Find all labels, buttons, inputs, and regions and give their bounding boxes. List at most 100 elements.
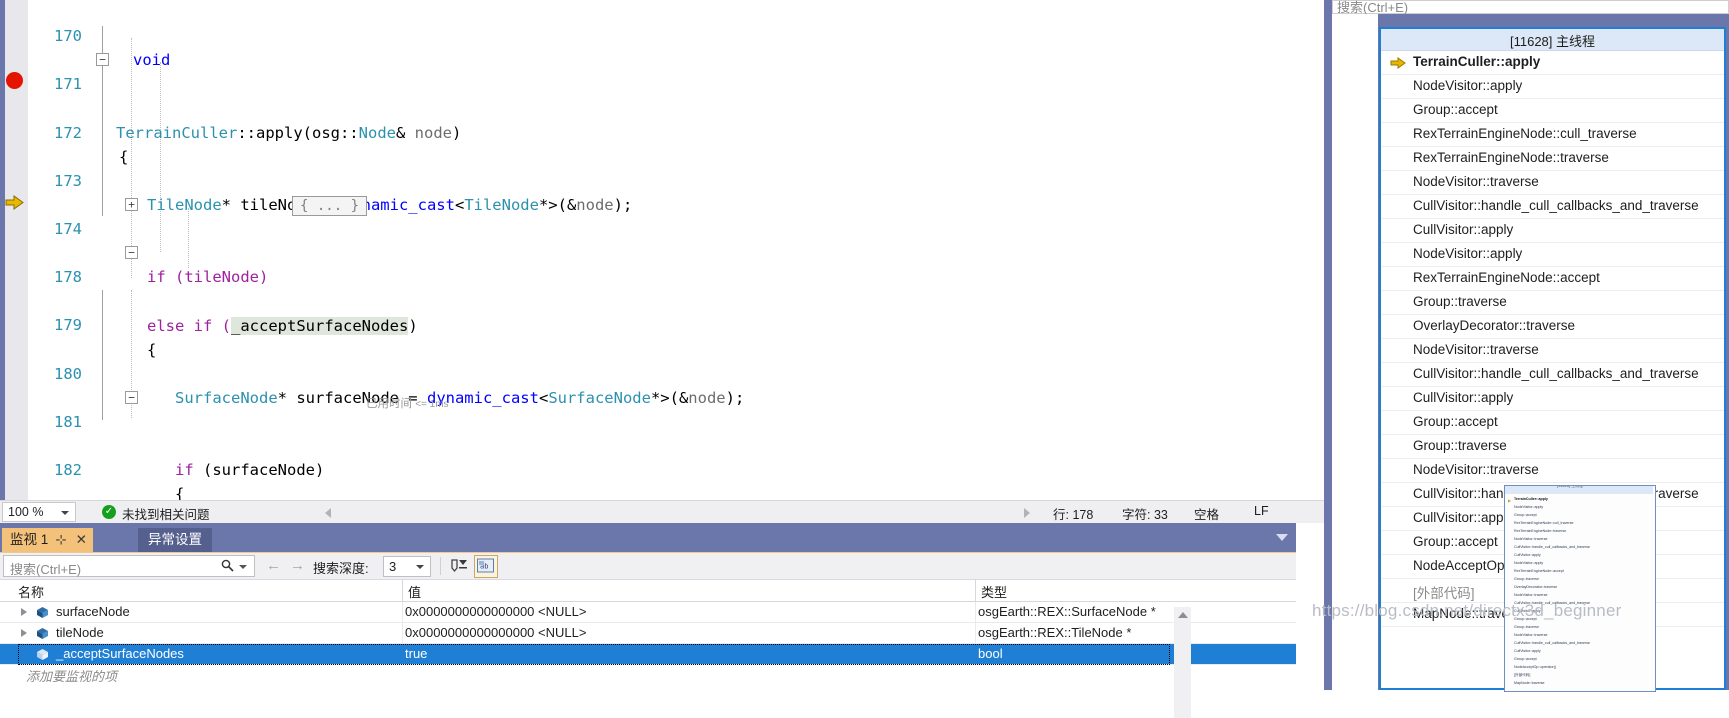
line-number: 181	[54, 412, 82, 431]
status-message: 未找到相关问题	[122, 508, 210, 522]
call-stack-frame[interactable]: Group::traverse	[1381, 291, 1724, 315]
call-stack-frame-label: [外部代码]	[1413, 586, 1475, 601]
perf-tip-value: <= 1ms	[415, 398, 449, 410]
column-header-type[interactable]: 类型	[981, 582, 1007, 601]
outline-collapse-icon[interactable]: −	[125, 245, 138, 259]
nav-back-arrow-icon[interactable]: ←	[266, 557, 281, 574]
column-divider[interactable]	[402, 580, 403, 602]
call-stack-frame-current[interactable]: TerrainCuller::apply	[1381, 51, 1724, 75]
table-row[interactable]: surfaceNode 0x0000000000000000 <NULL> os…	[0, 602, 1296, 623]
nav-forward-arrow-icon[interactable]: →	[290, 557, 305, 574]
right-search-input[interactable]: 搜索(Ctrl+E)	[1332, 0, 1729, 15]
thumbnail-frame: NodeVisitor::apply	[1514, 505, 1544, 509]
code-text-area[interactable]: 170 void 171 − TerrainCuller::apply(osg:…	[28, 0, 1296, 500]
watch-value[interactable]: 0x0000000000000000 <NULL>	[405, 625, 586, 640]
column-divider[interactable]	[975, 580, 976, 602]
watermark-text: https://blog.csdn.net/directx3d_beginner	[1312, 601, 1622, 620]
expand-chevron-icon[interactable]	[21, 608, 27, 616]
close-icon[interactable]: ✕	[76, 532, 87, 547]
call-stack-frame[interactable]: RexTerrainEngineNode::cull_traverse	[1381, 123, 1724, 147]
collapsed-block-placeholder[interactable]: { ... }	[292, 195, 368, 216]
watch-name: _acceptSurfaceNodes	[56, 646, 184, 661]
thumbnail-frame: [外部代码]	[1514, 673, 1531, 677]
call-stack-frame[interactable]: NodeVisitor::traverse	[1381, 171, 1724, 195]
outline-collapse-icon[interactable]: −	[96, 53, 109, 67]
pin-filter-button[interactable]	[448, 556, 470, 577]
chevron-down-icon[interactable]	[239, 565, 247, 569]
watch-value[interactable]: true	[405, 646, 427, 661]
call-stack-thread-header: [11628] 主线程	[1381, 29, 1724, 51]
call-stack-frame[interactable]: OverlayDecorator::traverse	[1381, 315, 1724, 339]
code-line[interactable]: 178 − else if (_acceptSurfaceNodes)	[28, 241, 1296, 335]
column-header-value[interactable]: 值	[408, 582, 421, 601]
call-stack-frame[interactable]: CullVisitor::apply	[1381, 219, 1724, 243]
next-issue-arrow-icon[interactable]	[1024, 508, 1030, 518]
expand-chevron-icon[interactable]	[21, 629, 27, 637]
call-stack-frame-label: Group::accept	[1413, 534, 1498, 549]
table-row-selected[interactable]: _acceptSurfaceNodes true bool	[0, 644, 1296, 665]
thumbnail-frame: NodeAcceptOp::operator()	[1514, 665, 1557, 669]
call-stack-frame[interactable]: Group::accept	[1381, 411, 1724, 435]
zoom-level-combobox[interactable]: 100 %	[2, 502, 76, 522]
code-editor-pane[interactable]: 170 void 171 − TerrainCuller::apply(osg:…	[0, 0, 1296, 500]
prev-issue-arrow-icon[interactable]	[325, 508, 331, 518]
call-stack-frame[interactable]: NodeVisitor::apply	[1381, 75, 1724, 99]
code-line[interactable]: 173 TileNode* tileNode = dynamic_cast<Ti…	[28, 145, 1296, 214]
tab-exception-settings[interactable]: 异常设置	[138, 528, 212, 552]
cell-divider	[402, 602, 403, 623]
code-line[interactable]: 182 {	[28, 434, 1296, 500]
thumbnail-frame: NodeVisitor::apply	[1514, 561, 1544, 565]
call-stack-frame[interactable]: RexTerrainEngineNode::accept	[1381, 267, 1724, 291]
highlighted-reference: _acceptSurfaceNodes	[231, 316, 409, 335]
code-line[interactable]: 170 void	[28, 0, 1296, 69]
tab-watch-label: 监视 1	[10, 532, 49, 547]
code-line[interactable]: 174 + if (tileNode) { ... }	[28, 193, 1296, 286]
call-stack-frame[interactable]: NodeVisitor::traverse	[1381, 459, 1724, 483]
search-depth-combobox[interactable]: 3	[383, 556, 431, 577]
scrollbar-up-arrow[interactable]	[1178, 612, 1188, 618]
search-placeholder: 搜索(Ctrl+E)	[10, 562, 82, 577]
code-line-current[interactable]: 181 − if (surfaceNode) 已用时间 <= 1ms	[28, 386, 1296, 479]
code-line[interactable]: 180 SurfaceNode* surfaceNode = dynamic_c…	[28, 337, 1296, 407]
thumbnail-frame: CullVisitor::apply	[1514, 553, 1541, 557]
call-stack-frame[interactable]: NodeVisitor::traverse	[1381, 339, 1724, 363]
search-input[interactable]: 搜索(Ctrl+E)	[3, 555, 255, 577]
thumbnail-header: [11628] 主线程	[1505, 486, 1653, 494]
call-stack-frame[interactable]: CullVisitor::handle_cull_callbacks_and_t…	[1381, 195, 1724, 219]
watch-add-item-row[interactable]: 添加要监视的项	[0, 664, 1296, 685]
call-stack-frame[interactable]: NodeVisitor::apply	[1381, 243, 1724, 267]
breakpoint-marker[interactable]	[6, 72, 23, 89]
call-stack-frame[interactable]: CullVisitor::apply	[1381, 387, 1724, 411]
search-icon[interactable]	[221, 559, 234, 575]
call-stack-thumbnail-preview[interactable]: [11628] 主线程 ▶ TerrainCuller::apply NodeV…	[1504, 485, 1656, 692]
perf-elapsed-tip: 已用时间 <= 1ms	[366, 392, 449, 417]
watch-value[interactable]: 0x0000000000000000 <NULL>	[405, 604, 586, 619]
code-line[interactable]: 171 − TerrainCuller::apply(osg::Node& no…	[28, 48, 1296, 142]
code-line[interactable]: 179 {	[28, 289, 1296, 358]
column-header-name[interactable]: 名称	[18, 582, 44, 601]
hexadecimal-display-toggle[interactable]: ab	[474, 555, 498, 578]
dock-collapse-chevron-icon[interactable]	[1276, 534, 1288, 541]
bottom-tool-dock: 监视 1 ⊹ ✕ 异常设置 搜索(Ctrl+E) ← → 搜索深度: 3 ab …	[0, 523, 1296, 718]
outline-expand-icon[interactable]: +	[125, 197, 138, 211]
watch-name: surfaceNode	[56, 604, 130, 619]
code-text-tail: )	[408, 316, 418, 335]
code-line[interactable]: 183 apply(*surfaceNode);	[28, 482, 1296, 500]
watch-grid[interactable]: 名称 值 类型 surfaceNode 0x0000000000000000 <…	[0, 580, 1296, 718]
pin-icon[interactable]: ⊹	[55, 532, 66, 547]
toolbar-separator	[440, 557, 441, 575]
watch-vertical-scrollbar[interactable]	[1174, 607, 1191, 718]
code-line[interactable]: 172 {	[28, 96, 1296, 166]
call-stack-frame[interactable]: CullVisitor::handle_cull_callbacks_and_t…	[1381, 363, 1724, 387]
call-stack-frame[interactable]: Group::traverse	[1381, 435, 1724, 459]
call-stack-frame[interactable]: Group::accept	[1381, 99, 1724, 123]
table-row[interactable]: tileNode 0x0000000000000000 <NULL> osgEa…	[0, 623, 1296, 644]
perf-tip-label: 已用时间	[366, 397, 412, 410]
tab-watch-1[interactable]: 监视 1 ⊹ ✕	[2, 528, 93, 552]
call-stack-frame-label: Group::accept	[1413, 414, 1498, 429]
object-icon	[36, 606, 49, 619]
watch-add-item-placeholder: 添加要监视的项	[26, 669, 118, 684]
cell-divider	[975, 602, 976, 623]
call-stack-frame[interactable]: RexTerrainEngineNode::traverse	[1381, 147, 1724, 171]
outline-collapse-icon[interactable]: −	[125, 390, 138, 404]
